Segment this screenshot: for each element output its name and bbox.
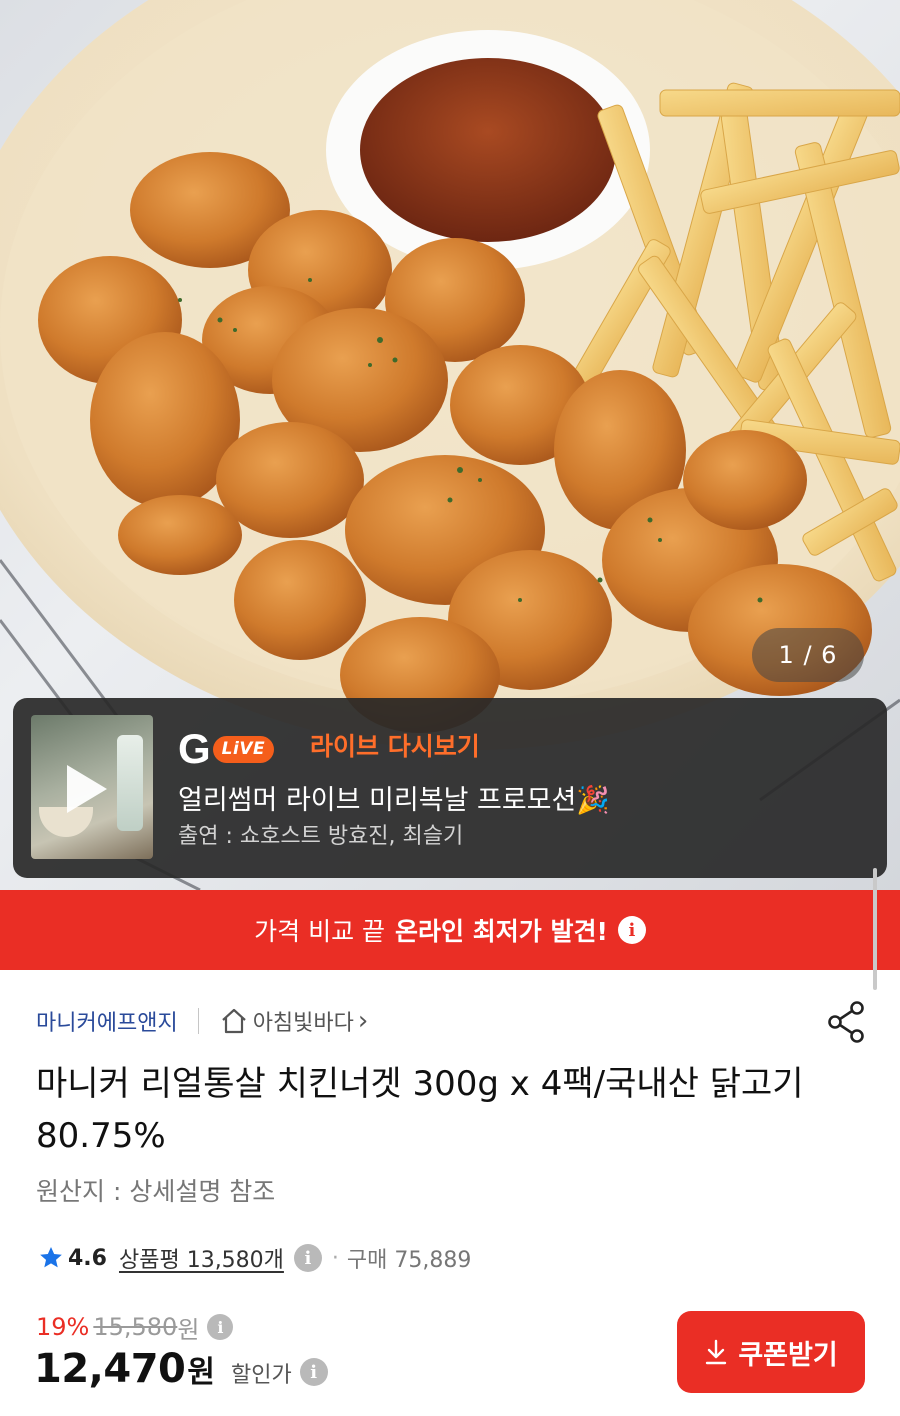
review-count-link[interactable]: 상품평 13,580개 [119, 1242, 284, 1274]
star-icon [40, 1246, 62, 1268]
glive-logo: G LiVE [178, 725, 275, 772]
live-cast: 출연 : 쇼호스트 방효진, 최슬기 [178, 824, 464, 849]
coupon-download-button[interactable]: 쿠폰받기 [677, 1311, 865, 1393]
info-icon[interactable]: i [293, 1244, 322, 1272]
store-link[interactable]: 아침빛바다 › [219, 1005, 369, 1037]
live-video-thumbnail[interactable] [31, 715, 153, 859]
promo-text: 가격 비교 끝 [254, 917, 386, 946]
promo-strong-text: 온라인 최저가 발견! [395, 917, 608, 946]
lowest-price-promo-bar[interactable]: 가격 비교 끝 온라인 최저가 발견! i [0, 890, 900, 970]
seller-name-link[interactable]: 마니커에프앤지 [36, 1005, 178, 1037]
sale-price-label: 할인가 [230, 1363, 292, 1388]
thumbnail-bottle [117, 735, 143, 831]
discount-row: 19% 15,580 원 i [36, 1310, 234, 1344]
image-counter: 1 / 6 [752, 628, 864, 682]
store-name: 아침빛바다 [252, 1011, 354, 1036]
play-icon[interactable] [67, 765, 107, 813]
chevron-right-icon: › [357, 1006, 369, 1036]
share-icon[interactable] [826, 1000, 868, 1044]
download-icon [706, 1339, 727, 1365]
product-title: 마니커 리얼통살 치킨너겟 300g x 4팩/국내산 닭고기 80.75% [36, 1064, 804, 1156]
sale-price-unit: 원 [187, 1355, 215, 1390]
scrollbar-thumb[interactable] [873, 868, 877, 990]
original-price: 15,580 [93, 1313, 178, 1341]
rating-score: 4.6 [68, 1245, 107, 1271]
glive-logo-badge: LiVE [212, 735, 275, 763]
seller-row: 마니커에프앤지 아침빛바다 › [36, 1004, 368, 1038]
sale-price: 12,470 [34, 1346, 186, 1392]
sale-price-row: 12,470 원 할인가 i [34, 1346, 328, 1398]
info-icon[interactable]: i [617, 916, 646, 944]
live-replay-banner[interactable]: G LiVE 라이브 다시보기 얼리썸머 라이브 미리복날 프로모션🎉 출연 :… [13, 698, 887, 878]
original-price-unit: 원 [177, 1315, 200, 1344]
live-replay-tag: 라이브 다시보기 [310, 732, 480, 761]
info-icon[interactable]: i [299, 1358, 328, 1386]
home-icon [221, 1008, 246, 1034]
coupon-label: 쿠폰받기 [738, 1339, 838, 1370]
dot-separator: · [331, 1245, 339, 1271]
live-title: 얼리썸머 라이브 미리복날 프로모션🎉 [178, 785, 610, 816]
product-origin: 원산지 : 상세설명 참조 [36, 1177, 276, 1206]
rating-row: 4.6 상품평 13,580개 i · 구매 75,889 [38, 1238, 471, 1278]
divider [197, 1008, 199, 1034]
purchase-count: 구매 75,889 [346, 1248, 472, 1273]
glive-logo-letter: G [178, 725, 211, 772]
info-icon[interactable]: i [207, 1314, 234, 1340]
discount-rate: 19% [36, 1313, 90, 1341]
